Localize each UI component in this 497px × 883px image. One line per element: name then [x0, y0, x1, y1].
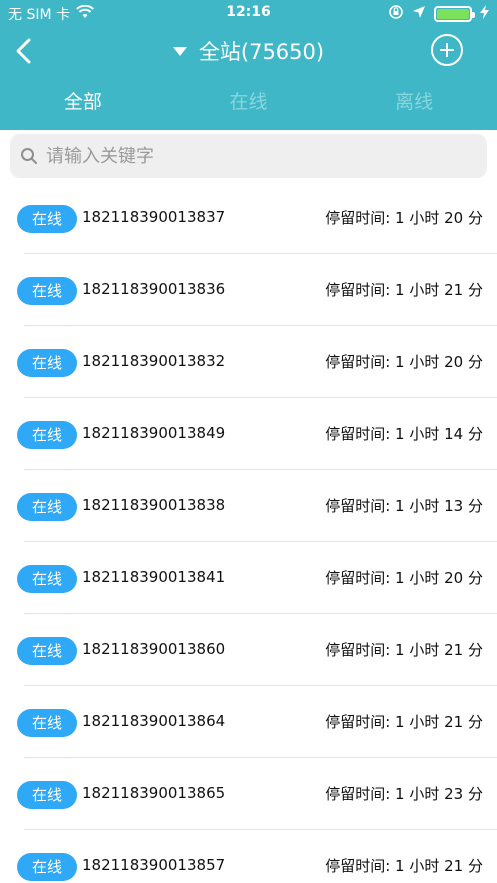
stay-time: 停留时间: 1 小时 20 分: [325, 209, 483, 227]
status-badge: 在线: [17, 493, 77, 521]
device-list: 在线 182118390013837 停留时间: 1 小时 20 分 在线 18…: [0, 182, 497, 883]
list-item[interactable]: 在线 182118390013838 停留时间: 1 小时 13 分: [0, 470, 497, 542]
status-badge: 在线: [17, 349, 77, 377]
search-input[interactable]: [46, 145, 466, 167]
device-id: 182118390013832: [82, 352, 226, 370]
list-item[interactable]: 在线 182118390013836 停留时间: 1 小时 21 分: [0, 254, 497, 326]
status-badge: 在线: [17, 709, 77, 737]
list-item[interactable]: 在线 182118390013865 停留时间: 1 小时 23 分: [0, 758, 497, 830]
list-item[interactable]: 在线 182118390013837 停留时间: 1 小时 20 分: [0, 182, 497, 254]
list-item[interactable]: 在线 182118390013849 停留时间: 1 小时 14 分: [0, 398, 497, 470]
stay-time: 停留时间: 1 小时 21 分: [325, 281, 483, 299]
caret-down-icon: [172, 46, 187, 56]
header: 无 SIM 卡 12:16 全站(75650) 全部 在线 离线: [0, 0, 497, 130]
status-bar: 无 SIM 卡 12:16: [0, 0, 497, 26]
list-item[interactable]: 在线 182118390013832 停留时间: 1 小时 20 分: [0, 326, 497, 398]
device-id: 182118390013849: [82, 424, 226, 442]
stay-time: 停留时间: 1 小时 23 分: [325, 785, 483, 803]
battery-icon: [434, 6, 475, 22]
add-button[interactable]: [431, 34, 463, 66]
list-item[interactable]: 在线 182118390013860 停留时间: 1 小时 21 分: [0, 614, 497, 686]
device-id: 182118390013865: [82, 784, 226, 802]
nav-bar: 全站(75650): [0, 26, 497, 76]
device-id: 182118390013857: [82, 856, 226, 874]
orientation-lock-icon: [388, 4, 404, 24]
device-id: 182118390013864: [82, 712, 226, 730]
status-badge: 在线: [17, 637, 77, 665]
stay-time: 停留时间: 1 小时 21 分: [325, 641, 483, 659]
tab-offline[interactable]: 离线: [331, 82, 497, 122]
device-id: 182118390013837: [82, 208, 226, 226]
status-badge: 在线: [17, 421, 77, 449]
status-badge: 在线: [17, 277, 77, 305]
stay-time: 停留时间: 1 小时 13 分: [325, 497, 483, 515]
device-id: 182118390013838: [82, 496, 226, 514]
station-selector[interactable]: 全站(75650): [0, 36, 497, 66]
tab-bar: 全部 在线 离线: [0, 82, 497, 122]
status-badge: 在线: [17, 853, 77, 881]
device-id: 182118390013841: [82, 568, 226, 586]
device-id: 182118390013836: [82, 280, 226, 298]
tab-all[interactable]: 全部: [0, 82, 166, 122]
status-bar-right: [388, 4, 489, 24]
stay-time: 停留时间: 1 小时 14 分: [325, 425, 483, 443]
status-badge: 在线: [17, 565, 77, 593]
search-icon: [21, 148, 37, 164]
charging-bolt-icon: [480, 5, 489, 23]
stay-time: 停留时间: 1 小时 21 分: [325, 857, 483, 875]
list-item[interactable]: 在线 182118390013864 停留时间: 1 小时 21 分: [0, 686, 497, 758]
status-badge: 在线: [17, 781, 77, 809]
search-bar: [10, 134, 487, 178]
station-label: 全站(75650): [198, 40, 325, 64]
list-item[interactable]: 在线 182118390013857 停留时间: 1 小时 21 分: [0, 830, 497, 883]
stay-time: 停留时间: 1 小时 20 分: [325, 353, 483, 371]
device-id: 182118390013860: [82, 640, 226, 658]
stay-time: 停留时间: 1 小时 20 分: [325, 569, 483, 587]
list-item[interactable]: 在线 182118390013841 停留时间: 1 小时 20 分: [0, 542, 497, 614]
location-arrow-icon: [412, 5, 426, 23]
stay-time: 停留时间: 1 小时 21 分: [325, 713, 483, 731]
tab-online[interactable]: 在线: [166, 82, 332, 122]
status-badge: 在线: [17, 205, 77, 233]
